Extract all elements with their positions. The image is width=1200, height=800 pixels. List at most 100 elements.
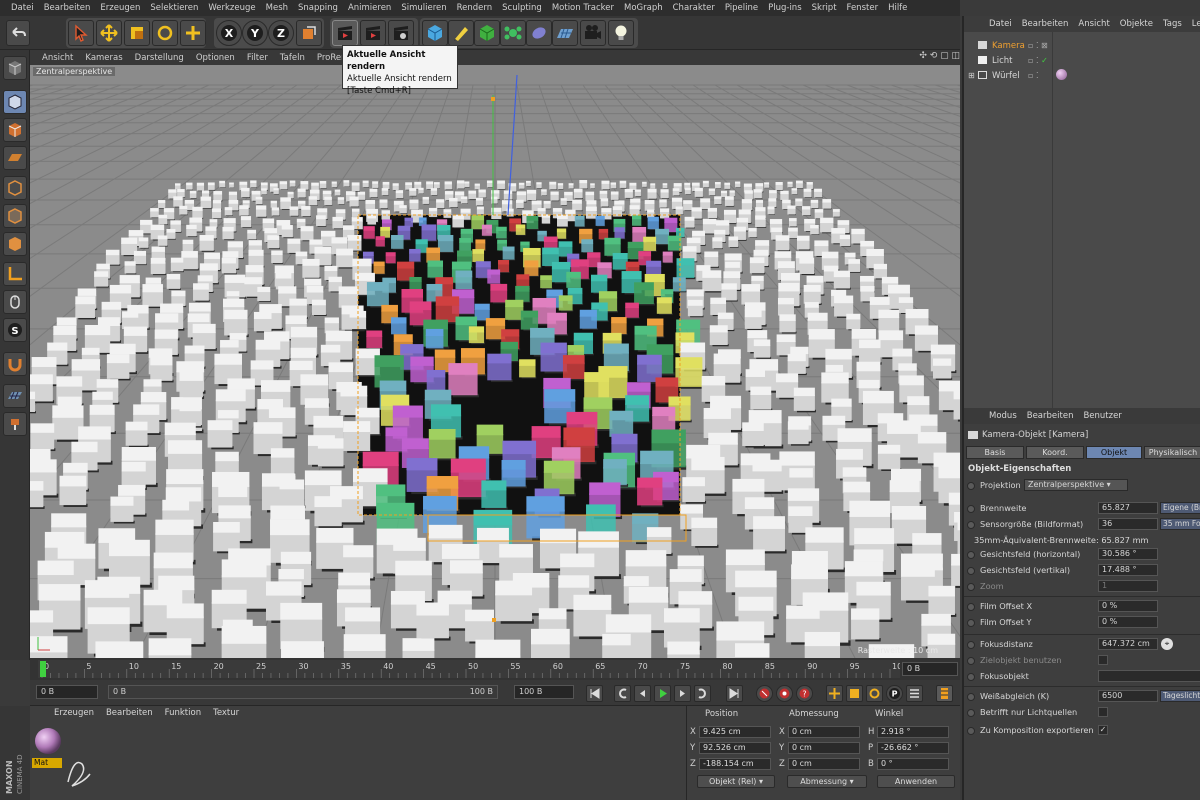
3d-viewport[interactable]: Zentralperspektive Rasterweite : 10 cm (30, 65, 960, 658)
snapping-button[interactable]: S (3, 318, 27, 342)
last-tool-button[interactable] (180, 20, 206, 46)
expand-plus-icon[interactable]: ⊞ (968, 71, 975, 80)
frame-range-slider[interactable]: 0 B 100 B (108, 685, 498, 699)
menu-item-14[interactable]: Pipeline (720, 3, 763, 13)
object-menu-item-4[interactable]: Tags (1158, 19, 1187, 29)
attr-value-1[interactable]: 36 (1098, 518, 1158, 530)
object-menu-item-3[interactable]: Objekte (1115, 19, 1158, 29)
axis-mode-button[interactable] (3, 262, 27, 286)
viewport-menu-item-5[interactable]: Tafeln (274, 53, 311, 63)
material-swatch[interactable] (34, 724, 62, 758)
object-row-kamera[interactable]: Kamera ▫ ⁚ ⊠ (964, 38, 1200, 53)
attr-extra-0[interactable]: Eigene (Br (1160, 502, 1200, 514)
menu-item-9[interactable]: Rendern (452, 3, 498, 13)
animate-dot[interactable] (967, 619, 975, 627)
object-flags-licht[interactable]: ▫ ⁚ ✓ (1028, 56, 1048, 65)
menu-item-4[interactable]: Werkzeuge (203, 3, 260, 13)
attr-value-11[interactable]: 6500 (1098, 690, 1158, 702)
select-tool-button[interactable] (68, 20, 94, 46)
animate-dot[interactable] (967, 583, 975, 591)
deformer-button[interactable] (526, 20, 552, 46)
menu-item-2[interactable]: Erzeugen (95, 3, 145, 13)
menu-item-11[interactable]: Motion Tracker (547, 3, 619, 13)
coord-pos-z-field[interactable]: -188.154 cm (699, 758, 771, 770)
object-menu-item-5[interactable]: Lesez (1187, 19, 1200, 29)
animate-dot[interactable] (967, 551, 975, 559)
polygons-mode-button[interactable] (3, 232, 27, 256)
cube-object-button[interactable] (422, 20, 448, 46)
axis-x-button[interactable]: X (216, 20, 242, 46)
model-mode-button[interactable] (3, 56, 27, 80)
menu-item-15[interactable]: Plug-ins (763, 3, 807, 13)
paint-button[interactable] (3, 412, 27, 436)
animate-dot[interactable] (967, 727, 975, 735)
menu-item-8[interactable]: Simulieren (396, 3, 451, 13)
points-mode-button[interactable] (3, 176, 27, 200)
tab-basis[interactable]: Basis (966, 446, 1024, 459)
object-mode-button[interactable] (3, 90, 27, 114)
menu-item-7[interactable]: Animieren (343, 3, 396, 13)
attr-value-7[interactable]: 0 % (1098, 616, 1158, 628)
menu-item-5[interactable]: Mesh (261, 3, 293, 13)
texture-mode-button[interactable] (3, 118, 27, 142)
menu-item-1[interactable]: Bearbeiten (39, 3, 96, 13)
position-key-button[interactable] (826, 685, 843, 702)
axis-z-button[interactable]: Z (268, 20, 294, 46)
prev-key-button[interactable] (614, 685, 631, 702)
viewport-menu-item-0[interactable]: Ansicht (36, 53, 79, 63)
record-keys-button[interactable] (756, 685, 773, 702)
workplane-grid-button[interactable] (3, 384, 27, 408)
viewport-nav-icons[interactable]: ✣ ⟲ ▢ ◫ (904, 51, 960, 64)
coord-pos-x-field[interactable]: 9.425 cm (699, 726, 771, 738)
attr-value-6[interactable]: 0 % (1098, 600, 1158, 612)
material-menu-item-2[interactable]: Funktion (159, 708, 207, 718)
menu-item-12[interactable]: MoGraph (619, 3, 668, 13)
object-row-wuerfel[interactable]: ⊞ Würfel ▫ ⁚ (964, 68, 1200, 83)
prev-frame-button[interactable] (634, 685, 651, 702)
material-menu-item-1[interactable]: Bearbeiten (100, 708, 159, 718)
rotate-tool-button[interactable] (152, 20, 178, 46)
edges-mode-button[interactable] (3, 204, 27, 228)
keyframe-selection-button[interactable]: ? (796, 685, 813, 702)
coord-rot-b-field[interactable]: 0 ° (877, 758, 949, 770)
menu-item-0[interactable]: Datei (6, 3, 39, 13)
parameter-key-button[interactable]: P (886, 685, 903, 702)
animate-dot[interactable] (967, 567, 975, 575)
attribute-menu-item-2[interactable]: Benutzer (1078, 411, 1126, 421)
menu-item-18[interactable]: Hilfe (883, 3, 912, 13)
current-frame-field[interactable]: 0 B (36, 685, 98, 699)
animate-dot[interactable] (967, 603, 975, 611)
animate-dot[interactable] (967, 673, 975, 681)
timeline-window-button[interactable] (936, 685, 953, 702)
tab-objekt[interactable]: Objekt (1086, 446, 1142, 459)
tweak-mode-button[interactable] (3, 290, 27, 314)
material-tag-icon[interactable] (1056, 69, 1067, 80)
attr-value-12[interactable] (1098, 707, 1108, 717)
attr-extra-11[interactable]: Tageslicht (1160, 690, 1200, 702)
attr-value-4[interactable]: 17.488 ° (1098, 564, 1158, 576)
menu-item-16[interactable]: Skript (807, 3, 842, 13)
pla-key-button[interactable] (906, 685, 923, 702)
viewport-menu-item-1[interactable]: Kameras (79, 53, 128, 63)
play-button[interactable] (654, 685, 671, 702)
animate-dot[interactable] (967, 505, 975, 513)
magnet-button[interactable] (3, 352, 27, 376)
attr-value-9[interactable] (1098, 655, 1108, 665)
goto-start-button[interactable] (586, 685, 603, 702)
menu-item-10[interactable]: Sculpting (497, 3, 547, 13)
animate-dot[interactable] (967, 641, 975, 649)
mograph-cloner-button[interactable] (500, 20, 526, 46)
projection-dropdown[interactable]: Zentralperspektive ▾ (1024, 479, 1128, 491)
subdivision-button[interactable] (474, 20, 500, 46)
object-menu-item-1[interactable]: Bearbeiten (1017, 19, 1074, 29)
material-menu-item-3[interactable]: Textur (207, 708, 245, 718)
attribute-menu-item-0[interactable]: Modus (984, 411, 1022, 421)
attr-value-0[interactable]: 65.827 (1098, 502, 1158, 514)
attr-value-13[interactable]: ✓ (1098, 725, 1108, 735)
render-settings-button[interactable] (388, 20, 414, 46)
coord-size-z-field[interactable]: 0 cm (788, 758, 860, 770)
timeline-playhead[interactable] (40, 661, 46, 677)
coordinate-system-button[interactable] (296, 20, 322, 46)
light-object-button[interactable] (608, 20, 634, 46)
object-row-licht[interactable]: Licht ▫ ⁚ ✓ (964, 53, 1200, 68)
